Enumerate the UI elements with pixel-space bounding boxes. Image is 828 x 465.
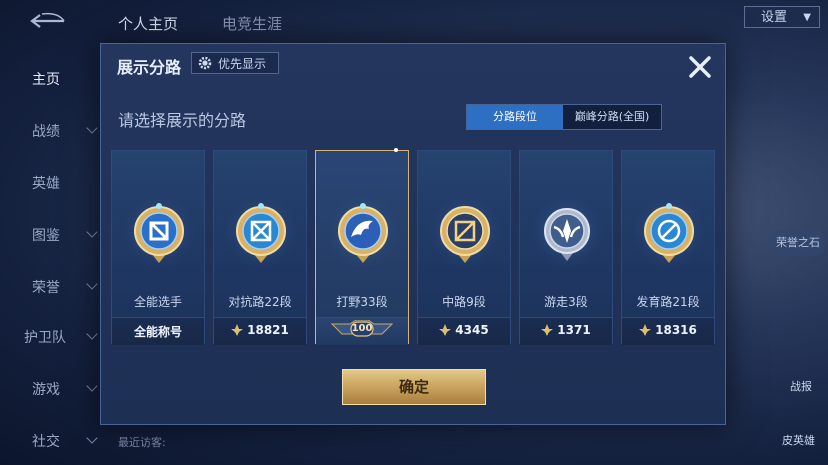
lane-card-all-round[interactable]: 全能选手 全能称号 (111, 150, 205, 345)
back-arrow-icon[interactable] (28, 12, 66, 30)
recent-visitors-label: 最近访客: (118, 436, 166, 449)
lane-name: 对抗路22段 (228, 295, 292, 309)
lane-name: 全能选手 (133, 295, 182, 309)
lane-stat-value: 全能称号 (133, 325, 182, 339)
right-label-report[interactable]: 战报 (790, 378, 812, 394)
dialog-subtitle: 请选择展示的分路 (118, 111, 247, 130)
sidebar-item-guard[interactable]: 护卫队 (24, 327, 98, 347)
lane-stat-value: 4345 (455, 323, 489, 337)
sidebar-item-label: 主页 (32, 72, 60, 88)
mid-lane-emblem-icon (440, 206, 490, 263)
sidebar-item-label: 荣誉 (32, 280, 60, 296)
clash-lane-emblem-icon (236, 203, 286, 263)
sidebar-item-label: 护卫队 (24, 330, 66, 346)
lane-stat: 4345 (418, 323, 510, 337)
settings-label: 设置 (761, 10, 788, 25)
lane-card-jungle[interactable]: 打野33段 100 (315, 148, 409, 345)
chevron-down-icon: ▼ (803, 12, 811, 23)
close-icon[interactable] (685, 52, 715, 82)
sidebar-item-label: 社交 (32, 434, 60, 450)
roam-emblem-icon (544, 208, 590, 261)
lane-stat: 全能称号 (112, 323, 204, 340)
sidebar-item-record[interactable]: 战绩 (32, 121, 98, 141)
priority-display-button[interactable]: 优先显示 (191, 52, 279, 74)
segment-lane-rank[interactable]: 分路段位 (467, 105, 563, 129)
sidebar-item-game[interactable]: 游戏 (32, 379, 98, 399)
all-round-emblem-icon (134, 203, 184, 263)
selected-indicator (394, 148, 398, 152)
lane-name: 游走3段 (544, 295, 588, 309)
chevron-down-icon (86, 122, 98, 134)
lane-card-clash[interactable]: 对抗路22段 18821 (213, 150, 307, 345)
lane-stat: 18821 (214, 323, 306, 337)
lane-stat-bar: 1371 (520, 317, 612, 345)
sidebar-item-label: 战绩 (32, 124, 60, 140)
lane-stat: 18316 (622, 323, 714, 337)
lane-stat: 1371 (520, 323, 612, 337)
rank-star-icon (639, 324, 652, 336)
chevron-down-icon (86, 226, 98, 238)
sidebar-item-label: 图鉴 (32, 228, 60, 244)
sidebar-item-label: 游戏 (32, 382, 60, 398)
lane-mode-segment: 分路段位 巅峰分路(全国) (466, 104, 662, 130)
gear-icon (198, 56, 212, 70)
chevron-down-icon (86, 432, 98, 444)
lane-stat-bar: 全能称号 (112, 317, 204, 345)
lane-stat-bar: 4345 (418, 317, 510, 345)
confirm-button[interactable]: 确定 (342, 369, 486, 405)
lane-stat-bar: 100 (316, 317, 408, 345)
lane-card-farm[interactable]: 发育路21段 18316 (621, 150, 715, 345)
rank-badge: 100 (330, 319, 394, 340)
sidebar-item-codex[interactable]: 图鉴 (32, 225, 98, 245)
sidebar-item-honor[interactable]: 荣誉 (32, 277, 98, 297)
lane-display-dialog: 展示分路 优先显示 请选择展示的分路 分路段位 巅峰分路(全国) 全能选手 全能… (100, 43, 726, 425)
dialog-title: 展示分路 (117, 58, 182, 77)
tab-personal-home[interactable]: 个人主页 (118, 13, 178, 34)
chevron-down-icon (86, 380, 98, 392)
lane-stat-bar: 18821 (214, 317, 306, 345)
lane-card-mid[interactable]: 中路9段 4345 (417, 150, 511, 345)
farm-lane-emblem-icon (644, 203, 694, 263)
settings-dropdown[interactable]: 设置 ▼ (744, 6, 820, 28)
rank-star-icon (439, 324, 452, 336)
sidebar-item-home[interactable]: 主页 (32, 69, 96, 89)
right-label-hero[interactable]: 皮英雄 (782, 432, 815, 448)
lane-card-roam[interactable]: 游走3段 1371 (519, 150, 613, 345)
lane-stat-value: 18821 (247, 323, 289, 337)
lane-stat-value: 1371 (557, 323, 591, 337)
chevron-down-icon (86, 328, 98, 340)
priority-display-label: 优先显示 (218, 57, 267, 71)
lane-name: 打野33段 (336, 295, 388, 309)
rank-badge-value: 100 (351, 323, 373, 334)
lane-stat-bar: 18316 (622, 317, 714, 345)
sidebar-item-label: 英雄 (32, 176, 60, 192)
top-navigation: 个人主页 电竞生涯 设置 ▼ (0, 0, 828, 42)
rank-star-icon (541, 324, 554, 336)
tab-esports-career[interactable]: 电竞生涯 (222, 13, 282, 34)
lane-stat-value: 18316 (655, 323, 697, 337)
lane-name: 中路9段 (442, 295, 486, 309)
honor-stone-chip[interactable]: 荣誉之石 (770, 230, 826, 256)
lane-name: 发育路21段 (636, 295, 700, 309)
chevron-down-icon (86, 278, 98, 290)
sidebar-item-heroes[interactable]: 英雄 (32, 173, 96, 193)
sidebar-item-social[interactable]: 社交 (32, 431, 98, 451)
segment-peak-lane[interactable]: 巅峰分路(全国) (563, 105, 661, 129)
jungle-emblem-icon (338, 203, 388, 263)
rank-star-icon (231, 324, 244, 336)
